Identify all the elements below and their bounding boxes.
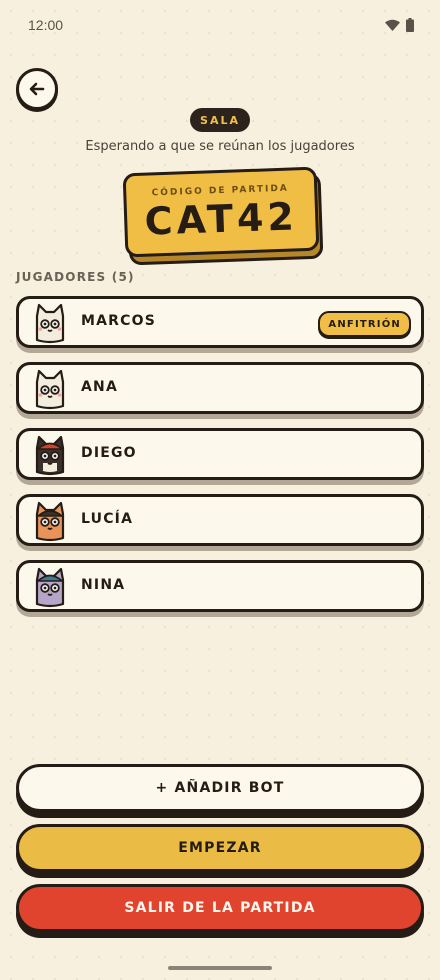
game-code-value: CAT42	[143, 194, 299, 244]
player-name: LUCÍA	[81, 511, 134, 527]
cat-avatar-icon	[35, 303, 65, 344]
waiting-subtitle: Esperando a que se reúnan los jugadores	[85, 139, 355, 154]
add-bot-button[interactable]: + AÑADIR BOT	[16, 764, 424, 812]
cat-avatar-icon	[35, 435, 65, 476]
cat-avatar-icon	[35, 369, 65, 410]
back-button[interactable]	[16, 68, 58, 110]
room-badge: SALA	[190, 108, 250, 132]
player-list: MARCOS ANFITRIÓN ANA DIEGO LUCÍA NINA	[16, 296, 424, 626]
players-heading: JUGADORES (5)	[16, 270, 135, 284]
status-bar: 12:00	[0, 0, 440, 52]
player-row[interactable]: DIEGO	[16, 428, 424, 480]
wifi-icon	[385, 19, 400, 31]
player-row[interactable]: ANA	[16, 362, 424, 414]
player-row[interactable]: MARCOS ANFITRIÓN	[16, 296, 424, 348]
player-name: MARCOS	[81, 313, 157, 329]
game-code-card: CÓDIGO DE PARTIDA CAT42	[122, 166, 320, 258]
battery-icon	[406, 18, 414, 32]
player-row[interactable]: LUCÍA	[16, 494, 424, 546]
home-indicator[interactable]	[168, 966, 272, 970]
arrow-left-icon	[29, 82, 45, 96]
leave-game-button[interactable]: SALIR DE LA PARTIDA	[16, 884, 424, 932]
player-name: NINA	[81, 577, 126, 593]
host-badge: ANFITRIÓN	[318, 311, 411, 337]
cat-avatar-icon	[35, 501, 65, 542]
player-name: ANA	[81, 379, 118, 395]
status-time: 12:00	[28, 17, 64, 33]
status-icons	[385, 18, 414, 32]
cat-avatar-icon	[35, 567, 65, 608]
player-name: DIEGO	[81, 445, 137, 461]
start-game-button[interactable]: EMPEZAR	[16, 824, 424, 872]
player-row[interactable]: NINA	[16, 560, 424, 612]
